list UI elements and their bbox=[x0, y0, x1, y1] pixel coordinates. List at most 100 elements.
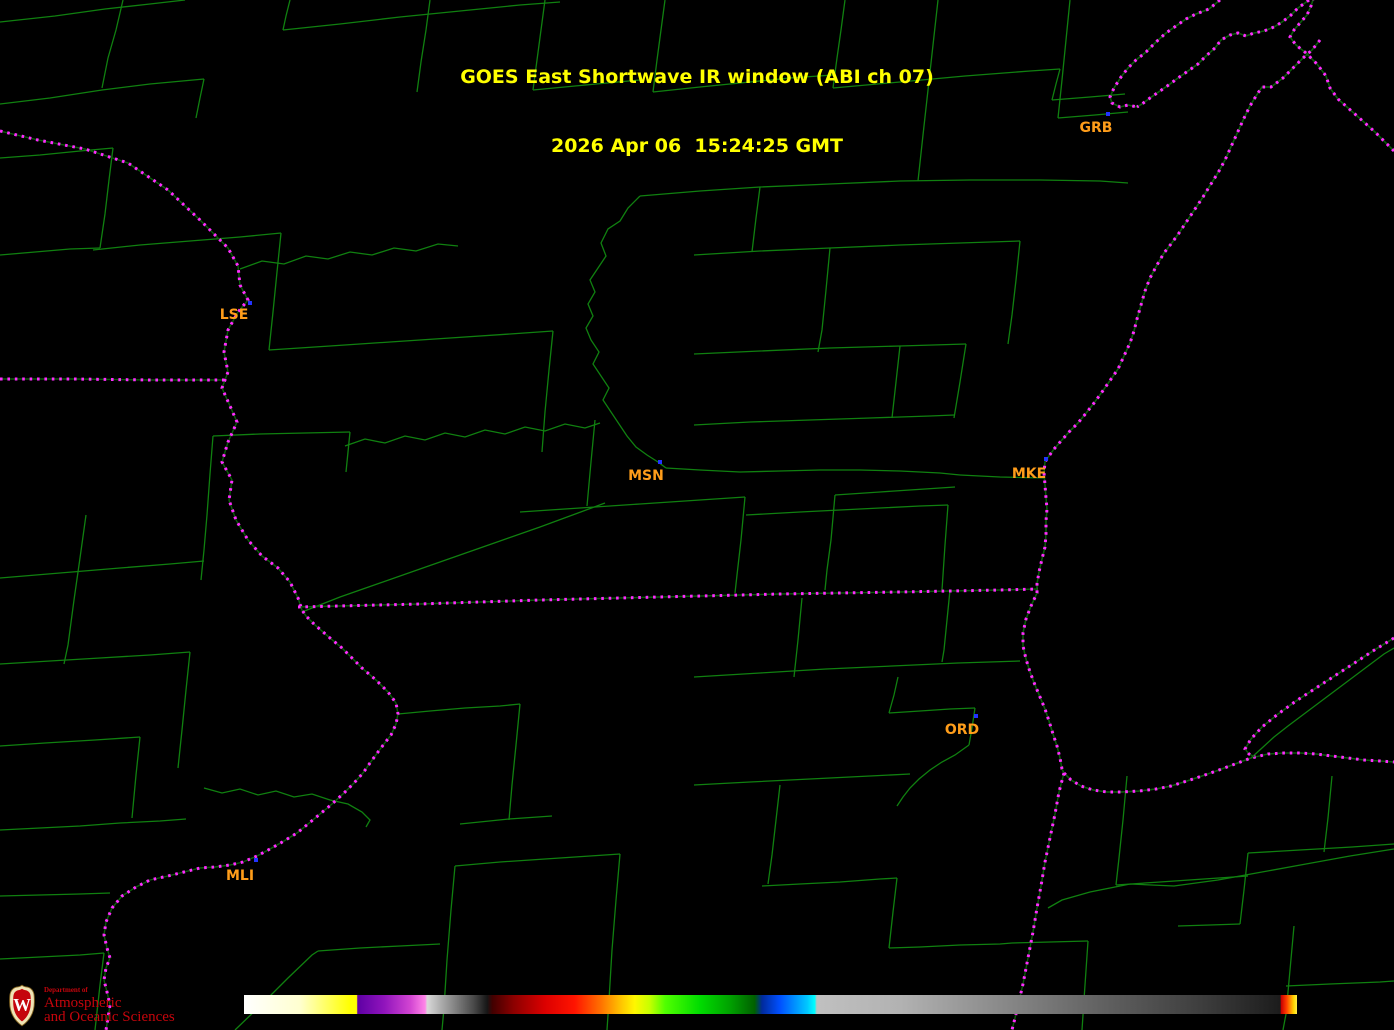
county-boundary-line bbox=[762, 878, 897, 886]
county-boundary-line bbox=[0, 79, 204, 104]
county-boundary-line bbox=[509, 704, 520, 820]
county-boundary-line bbox=[892, 346, 900, 418]
county-boundary-line bbox=[1048, 849, 1394, 908]
county-boundary-line bbox=[520, 497, 745, 512]
county-boundary-line bbox=[100, 148, 113, 248]
logo-dept-line: Department of bbox=[44, 986, 175, 994]
county-boundary-line bbox=[889, 943, 1012, 948]
county-boundary-line bbox=[768, 785, 780, 884]
state-border-dotted-line bbox=[1137, 0, 1309, 107]
city-dot-GRB bbox=[1106, 112, 1110, 116]
satellite-viewer-screen: GRBLSEMSNMKEORDMLI GOES East Shortwave I… bbox=[0, 0, 1394, 1030]
county-boundary-line bbox=[694, 241, 1020, 255]
county-boundary-line bbox=[889, 708, 975, 713]
county-boundary-line bbox=[653, 0, 665, 92]
county-boundary-line bbox=[318, 944, 440, 951]
city-dot-ORD bbox=[974, 714, 978, 718]
city-label-MKE: MKE bbox=[1012, 466, 1046, 482]
county-boundary-line bbox=[1178, 924, 1240, 926]
county-boundary-line bbox=[942, 590, 950, 662]
county-boundary-line bbox=[587, 420, 595, 506]
county-boundary-line bbox=[694, 774, 910, 785]
county-boundary-line bbox=[1052, 69, 1060, 100]
city-label-ORD: ORD bbox=[945, 722, 979, 738]
county-boundary-line bbox=[1023, 40, 1394, 792]
county-boundary-line bbox=[64, 515, 86, 664]
county-boundary-line bbox=[1008, 241, 1020, 344]
logo-text: Department of Atmospheric and Oceanic Sc… bbox=[44, 983, 175, 1025]
county-boundary-line bbox=[640, 180, 1128, 196]
state-border-dotted-line bbox=[1064, 753, 1394, 792]
county-boundary-line bbox=[213, 432, 350, 436]
county-boundary-line bbox=[398, 704, 520, 714]
county-boundary-line bbox=[302, 503, 605, 612]
county-boundary-line bbox=[417, 0, 430, 92]
state-border-underlay bbox=[1245, 638, 1394, 757]
county-boundary-line bbox=[918, 0, 938, 181]
county-boundary-line bbox=[0, 737, 140, 746]
county-boundary-line bbox=[283, 2, 560, 30]
county-boundary-line bbox=[269, 331, 553, 350]
county-boundary-line bbox=[240, 244, 458, 269]
state-border-dotted-line bbox=[1110, 0, 1220, 107]
city-dot-MKE bbox=[1044, 457, 1048, 461]
county-boundary-line bbox=[102, 0, 123, 88]
state-border-underlay bbox=[1064, 753, 1394, 792]
county-boundary-line bbox=[694, 344, 966, 354]
county-boundary-line bbox=[586, 196, 666, 468]
county-boundary-line bbox=[746, 505, 948, 515]
county-boundary-line bbox=[1290, 0, 1394, 151]
county-boundary-line bbox=[0, 819, 186, 830]
county-boundary-line bbox=[204, 788, 370, 827]
state-border-underlay bbox=[1110, 0, 1220, 107]
county-boundary-line bbox=[1116, 876, 1248, 885]
city-label-MLI: MLI bbox=[226, 868, 254, 884]
county-boundary-line bbox=[818, 248, 830, 352]
state-border-underlay bbox=[1137, 0, 1309, 107]
county-boundary-line bbox=[835, 487, 955, 495]
county-boundary-line bbox=[942, 505, 948, 590]
county-boundary-line bbox=[346, 432, 350, 472]
county-boundary-line bbox=[132, 737, 140, 818]
county-boundary-line bbox=[0, 652, 190, 664]
county-boundary-line bbox=[269, 233, 281, 350]
logo-name-line-1: Atmospheric bbox=[44, 996, 175, 1010]
county-boundary-line bbox=[825, 495, 835, 590]
city-label-MSN: MSN bbox=[628, 468, 664, 484]
county-boundary-line bbox=[460, 816, 552, 824]
county-boundary-line bbox=[1286, 981, 1394, 986]
county-boundary-line bbox=[653, 75, 833, 92]
county-boundary-line bbox=[694, 415, 954, 425]
county-boundary-line bbox=[666, 468, 960, 475]
county-boundary-line bbox=[1324, 776, 1332, 852]
county-boundary-line bbox=[735, 497, 745, 593]
county-boundary-line bbox=[889, 677, 898, 713]
county-boundary-line bbox=[694, 661, 1020, 677]
county-boundary-line bbox=[833, 0, 845, 88]
county-boundary-line bbox=[1240, 853, 1248, 924]
county-boundary-line bbox=[0, 0, 185, 22]
state-border-underlay bbox=[1290, 0, 1394, 151]
county-boundary-line bbox=[794, 598, 802, 677]
county-boundary-line bbox=[235, 951, 318, 1030]
uw-crest-icon: W bbox=[7, 983, 37, 1028]
county-boundary-line bbox=[833, 69, 1060, 88]
crest-letter: W bbox=[13, 995, 31, 1015]
county-boundary-line bbox=[1052, 94, 1125, 100]
logo-name-line-2: and Oceanic Sciences bbox=[44, 1010, 175, 1025]
county-boundary-line bbox=[0, 248, 100, 255]
county-boundary-line bbox=[1082, 941, 1088, 1030]
county-boundary-line bbox=[1058, 112, 1128, 118]
county-boundary-line bbox=[455, 854, 620, 866]
city-dot-MLI bbox=[254, 858, 258, 862]
county-boundary-line bbox=[283, 0, 290, 30]
county-boundary-line bbox=[0, 561, 204, 578]
county-boundary-line bbox=[201, 436, 213, 580]
city-dot-LSE bbox=[248, 301, 252, 305]
city-label-LSE: LSE bbox=[220, 307, 249, 323]
county-boundary-line bbox=[533, 0, 545, 90]
county-boundary-line bbox=[93, 233, 281, 250]
state-border-dotted-line bbox=[1290, 0, 1394, 151]
county-boundary-line bbox=[889, 878, 897, 948]
uw-aos-logo: W Department of Atmospheric and Oceanic … bbox=[7, 983, 175, 1028]
